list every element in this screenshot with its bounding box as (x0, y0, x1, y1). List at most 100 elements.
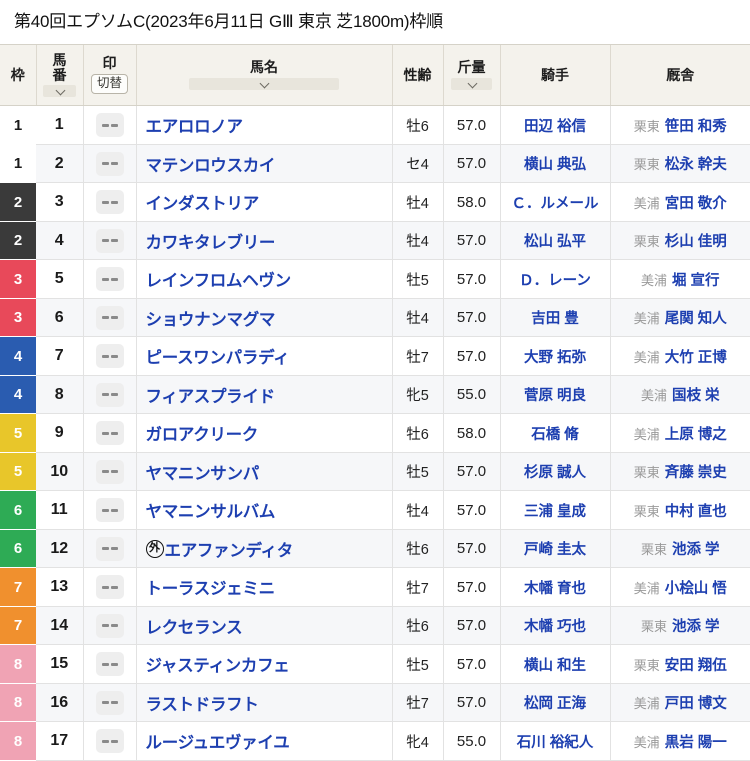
jockey-name-link[interactable]: 田辺 裕信 (524, 119, 586, 135)
table-row[interactable]: 8 17 ルージュエヴァイユ 牝4 55.0 石川 裕紀人 美浦 黒岩 陽一 (0, 721, 750, 761)
jockey-name-link[interactable]: Ｃ．ルメール (512, 196, 599, 212)
cell-shirushi[interactable] (83, 298, 137, 338)
trainer-name-link[interactable]: 池添 学 (672, 538, 720, 559)
jockey-name-link[interactable]: 石川 裕紀人 (517, 735, 594, 751)
trainer-name-link[interactable]: 上原 博之 (665, 423, 727, 444)
mark-select-button[interactable] (95, 151, 124, 176)
table-row[interactable]: 3 6 ショウナンマグマ 牡4 57.0 吉田 豊 美浦 尾関 知人 (0, 298, 750, 338)
mark-select-button[interactable] (95, 228, 124, 253)
cell-shirushi[interactable] (83, 567, 137, 607)
cell-shirushi[interactable] (83, 221, 137, 261)
horse-name-link[interactable]: エアロロノア (146, 113, 244, 137)
cell-shirushi[interactable] (83, 452, 137, 492)
trainer-name-link[interactable]: 大竹 正博 (665, 346, 727, 367)
jockey-name-link[interactable]: 松岡 正海 (524, 696, 586, 712)
table-row[interactable]: 3 5 レインフロムヘヴン 牡5 57.0 Ｄ．レーン 美浦堀 宣行 (0, 259, 750, 299)
horse-name-link[interactable]: ヤマニンサルバム (146, 498, 276, 522)
cell-shirushi[interactable] (83, 529, 137, 569)
jockey-name-link[interactable]: 木幡 巧也 (524, 619, 586, 635)
jockey-name-link[interactable]: 横山 和生 (524, 658, 586, 674)
trainer-name-link[interactable]: 松永 幹夫 (665, 153, 727, 174)
table-row[interactable]: 5 10 ヤマニンサンパ 牡5 57.0 杉原 誠人 栗東 斉藤 崇史 (0, 452, 750, 492)
table-row[interactable]: 2 3 インダストリア 牡4 58.0 Ｃ．ルメール 美浦 宮田 敬介 (0, 182, 750, 222)
mark-select-button[interactable] (95, 421, 124, 446)
mark-select-button[interactable] (95, 459, 124, 484)
trainer-name-link[interactable]: 宮田 敬介 (665, 192, 727, 213)
chevron-down-icon[interactable] (450, 77, 493, 90)
horse-name-link[interactable]: インダストリア (146, 190, 260, 214)
horse-name-link[interactable]: フィアスプライド (146, 383, 276, 407)
table-row[interactable]: 1 2 マテンロウスカイ セ4 57.0 横山 典弘 栗東 松永 幹夫 (0, 144, 750, 184)
trainer-name-link[interactable]: 尾関 知人 (665, 307, 727, 328)
horse-name-link[interactable]: ピースワンパラディ (146, 344, 290, 368)
trainer-name-link[interactable]: 池添 学 (672, 615, 720, 636)
jockey-name-link[interactable]: 木幡 育也 (524, 581, 586, 597)
horse-name-link[interactable]: ガロアクリーク (146, 421, 259, 445)
horse-name-link[interactable]: ヤマニンサンパ (146, 460, 260, 484)
cell-shirushi[interactable] (83, 683, 137, 723)
cell-shirushi[interactable] (83, 105, 137, 145)
horse-name-link[interactable]: エアファンディタ (165, 537, 294, 561)
cell-shirushi[interactable] (83, 413, 137, 453)
column-header-umaban[interactable]: 馬 番 (36, 44, 84, 107)
mark-select-button[interactable] (95, 575, 124, 600)
cell-shirushi[interactable] (83, 490, 137, 530)
horse-name-link[interactable]: ジャスティンカフェ (146, 652, 290, 676)
mark-select-button[interactable] (95, 344, 124, 369)
cell-shirushi[interactable] (83, 721, 137, 761)
table-row[interactable]: 7 13 トーラスジェミニ 牡7 57.0 木幡 育也 美浦 小桧山 悟 (0, 567, 750, 607)
chevron-down-icon[interactable] (42, 84, 77, 97)
column-header-kinryo[interactable]: 斤量 (443, 44, 501, 107)
jockey-name-link[interactable]: 大野 拓弥 (524, 350, 586, 366)
horse-name-link[interactable]: ショウナンマグマ (146, 306, 276, 330)
mark-select-button[interactable] (95, 498, 124, 523)
table-row[interactable]: 2 4 カワキタレブリー 牡4 57.0 松山 弘平 栗東 杉山 佳明 (0, 221, 750, 261)
horse-name-link[interactable]: マテンロウスカイ (146, 152, 276, 176)
cell-shirushi[interactable] (83, 144, 137, 184)
cell-shirushi[interactable] (83, 336, 137, 376)
horse-name-link[interactable]: レクセランス (146, 614, 243, 638)
cell-shirushi[interactable] (83, 644, 137, 684)
trainer-name-link[interactable]: 笹田 和秀 (665, 115, 727, 136)
jockey-name-link[interactable]: 三浦 皇成 (524, 504, 586, 520)
horse-name-link[interactable]: カワキタレブリー (146, 229, 276, 253)
table-row[interactable]: 8 15 ジャスティンカフェ 牡5 57.0 横山 和生 栗東 安田 翔伍 (0, 644, 750, 684)
table-row[interactable]: 4 7 ピースワンパラディ 牡7 57.0 大野 拓弥 美浦 大竹 正博 (0, 336, 750, 376)
trainer-name-link[interactable]: 戸田 博文 (665, 692, 727, 713)
jockey-name-link[interactable]: Ｄ．レーン (519, 273, 591, 289)
jockey-name-link[interactable]: 菅原 明良 (524, 388, 586, 404)
mark-select-button[interactable] (95, 305, 124, 330)
trainer-name-link[interactable]: 杉山 佳明 (665, 230, 727, 251)
table-row[interactable]: 6 11 ヤマニンサルバム 牡4 57.0 三浦 皇成 栗東 中村 直也 (0, 490, 750, 530)
mark-select-button[interactable] (95, 190, 124, 215)
cell-shirushi[interactable] (83, 182, 137, 222)
table-row[interactable]: 1 1 エアロロノア 牡6 57.0 田辺 裕信 栗東 笹田 和秀 (0, 105, 750, 145)
horse-name-link[interactable]: トーラスジェミニ (146, 575, 276, 599)
jockey-name-link[interactable]: 戸崎 圭太 (524, 542, 586, 558)
mark-select-button[interactable] (95, 267, 124, 292)
cell-shirushi[interactable] (83, 375, 137, 415)
horse-name-link[interactable]: ルージュエヴァイユ (146, 729, 290, 753)
mark-select-button[interactable] (95, 613, 124, 638)
chevron-down-icon[interactable] (189, 77, 339, 90)
table-row[interactable]: 7 14 レクセランス 牡6 57.0 木幡 巧也 栗東 池添 学 (0, 606, 750, 646)
column-header-bamei[interactable]: 馬名 (136, 44, 393, 107)
trainer-name-link[interactable]: 安田 翔伍 (665, 654, 727, 675)
horse-name-link[interactable]: ラストドラフト (146, 691, 259, 715)
jockey-name-link[interactable]: 石橋 脩 (531, 427, 579, 443)
trainer-name-link[interactable]: 黒岩 陽一 (665, 731, 727, 752)
mark-select-button[interactable] (95, 382, 124, 407)
shirushi-toggle-button[interactable]: 切替 (90, 73, 128, 95)
trainer-name-link[interactable]: 中村 直也 (665, 500, 727, 521)
cell-shirushi[interactable] (83, 259, 137, 299)
mark-select-button[interactable] (95, 729, 124, 754)
jockey-name-link[interactable]: 吉田 豊 (531, 311, 579, 327)
mark-select-button[interactable] (95, 536, 124, 561)
table-row[interactable]: 8 16 ラストドラフト 牡7 57.0 松岡 正海 美浦 戸田 博文 (0, 683, 750, 723)
trainer-name-link[interactable]: 小桧山 悟 (665, 577, 727, 598)
cell-shirushi[interactable] (83, 606, 137, 646)
trainer-name-link[interactable]: 堀 宣行 (672, 269, 720, 290)
table-row[interactable]: 5 9 ガロアクリーク 牡6 58.0 石橋 脩 美浦 上原 博之 (0, 413, 750, 453)
trainer-name-link[interactable]: 国枝 栄 (672, 384, 720, 405)
jockey-name-link[interactable]: 杉原 誠人 (524, 465, 586, 481)
